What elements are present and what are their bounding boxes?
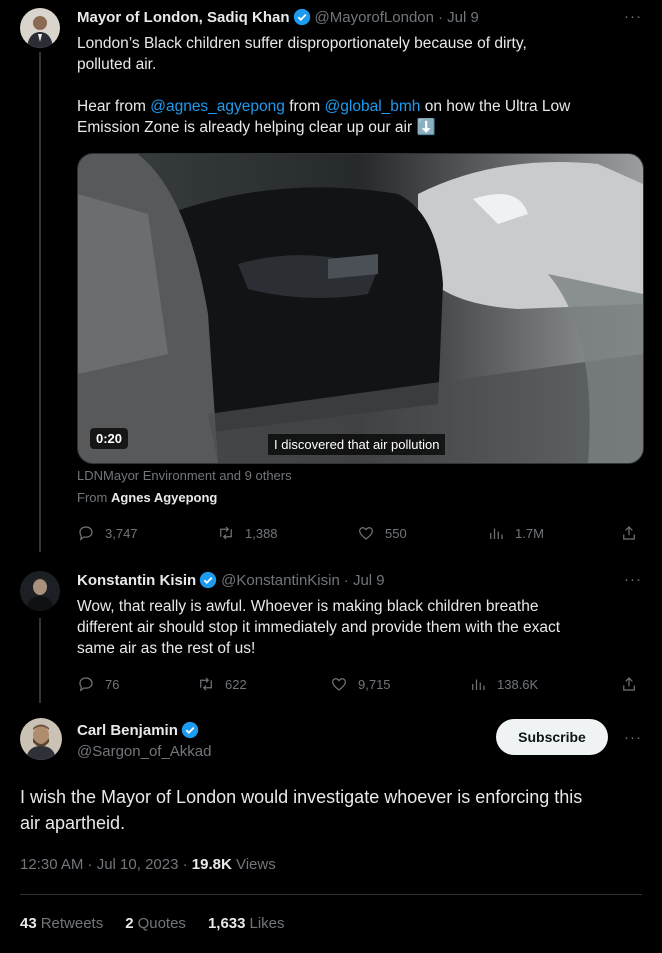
- avatar[interactable]: [20, 718, 62, 760]
- like-button[interactable]: 550: [357, 524, 407, 542]
- author-handle[interactable]: @KonstantinKisin: [221, 572, 340, 589]
- author-handle[interactable]: @MayorofLondon: [315, 9, 434, 26]
- tweet-text: London’s Black children suffer dispropor…: [77, 35, 571, 136]
- more-icon[interactable]: ···: [624, 8, 642, 25]
- from-user[interactable]: Agnes Agyepong: [111, 490, 217, 505]
- share-icon: [623, 677, 635, 691]
- tagged-users[interactable]: LDNMayor Environment and 9 others: [77, 468, 292, 483]
- retweet-icon: [220, 526, 232, 540]
- tweet-text: Wow, that really is awful. Whoever is ma…: [77, 598, 561, 657]
- views-icon: [490, 528, 503, 539]
- tweet-time[interactable]: · Jul 9: [344, 572, 385, 589]
- share-button[interactable]: [620, 524, 638, 542]
- author-name[interactable]: Carl Benjamin: [77, 722, 178, 739]
- verified-badge-icon: [293, 8, 310, 26]
- author-name[interactable]: Mayor of London, Sadiq Khan: [77, 9, 290, 26]
- video-duration: 0:20: [90, 428, 129, 449]
- tweet-timestamp[interactable]: 12:30 AM · Jul 10, 2023 · 19.8K Views: [20, 856, 276, 873]
- reply-icon: [79, 677, 93, 692]
- more-icon[interactable]: ···: [624, 729, 642, 746]
- tweet-actions: 76 622 9,715 138.6K: [77, 675, 642, 697]
- video-player[interactable]: 0:20 I discovered that air pollution: [77, 153, 644, 464]
- share-icon: [623, 526, 635, 540]
- verified-badge-icon: [199, 571, 217, 589]
- tweet-kisin[interactable]: Konstantin Kisin @KonstantinKisin · Jul …: [0, 571, 662, 701]
- tweet-mayor[interactable]: Mayor of London, Sadiq Khan @MayorofLond…: [0, 8, 662, 558]
- retweet-button[interactable]: 1,388: [217, 524, 278, 542]
- mention-link[interactable]: @agnes_agyepong: [150, 98, 285, 115]
- tweet-actions: 3,747 1,388 550 1.7M: [77, 524, 642, 546]
- author-name[interactable]: Konstantin Kisin: [77, 572, 196, 589]
- subscribe-button[interactable]: Subscribe: [496, 719, 608, 755]
- verified-badge-icon: [181, 721, 199, 739]
- like-icon: [359, 527, 373, 540]
- retweets-stat[interactable]: 43 Retweets: [20, 915, 103, 932]
- like-icon: [332, 678, 346, 691]
- reply-icon: [79, 526, 93, 541]
- video-thumbnail: [78, 154, 643, 463]
- video-caption: I discovered that air pollution: [268, 434, 446, 455]
- views-button[interactable]: 1.7M: [487, 524, 544, 542]
- likes-stat[interactable]: 1,633 Likes: [208, 915, 285, 932]
- like-button[interactable]: 9,715: [330, 675, 391, 693]
- retweet-button[interactable]: 622: [197, 675, 247, 693]
- views-button[interactable]: 138.6K: [469, 675, 538, 693]
- engagement-stats: 43 Retweets 2 Quotes 1,633 Likes: [20, 915, 285, 932]
- divider: [20, 894, 642, 895]
- quotes-stat[interactable]: 2 Quotes: [125, 915, 186, 932]
- views-icon: [472, 679, 485, 690]
- avatar[interactable]: [20, 571, 60, 611]
- retweet-icon: [200, 677, 212, 691]
- mention-link[interactable]: @global_bmh: [325, 98, 421, 115]
- reply-button[interactable]: 3,747: [77, 524, 138, 542]
- from-attribution[interactable]: From Agnes Agyepong: [77, 490, 217, 505]
- more-icon[interactable]: ···: [624, 571, 642, 588]
- avatar[interactable]: [20, 8, 60, 48]
- views-count: 19.8K: [191, 856, 232, 873]
- author-handle[interactable]: @Sargon_of_Akkad: [77, 743, 211, 760]
- tweet-text: I wish the Mayor of London would investi…: [20, 787, 583, 833]
- reply-button[interactable]: 76: [77, 675, 119, 693]
- share-button[interactable]: [620, 675, 638, 693]
- tweet-time[interactable]: · Jul 9: [438, 9, 479, 26]
